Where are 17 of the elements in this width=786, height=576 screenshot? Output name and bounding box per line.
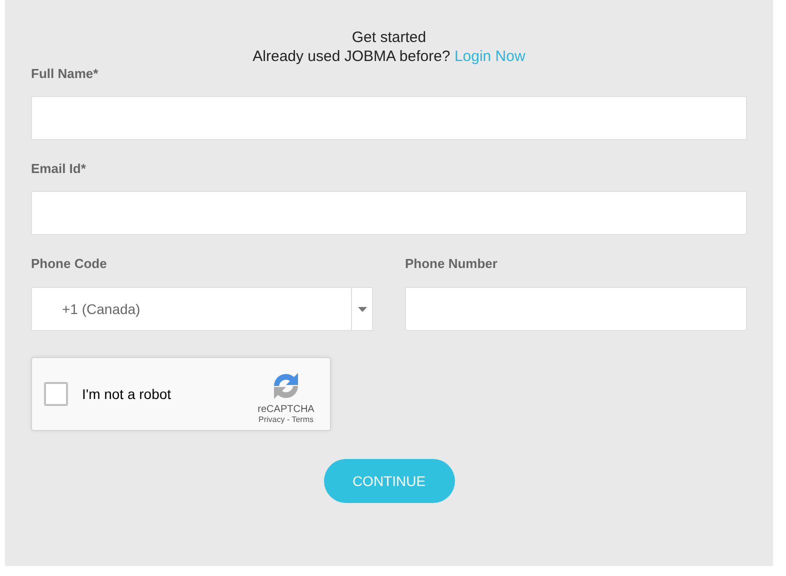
terms-link[interactable]: Terms: [292, 415, 314, 424]
recaptcha-brand-text: reCAPTCHA: [258, 404, 314, 415]
captcha-checkbox[interactable]: [44, 382, 68, 406]
privacy-link[interactable]: Privacy: [258, 415, 285, 424]
form-title: Get started: [350, 28, 428, 47]
caret-icon: [358, 306, 366, 312]
text-field[interactable]: [31, 191, 747, 235]
captcha-label: I'm not a robot: [82, 386, 172, 402]
prompt-text: Already used JOBMA before?: [252, 48, 450, 65]
field-label: Phone Number: [405, 256, 498, 272]
phone-code-dropdown[interactable]: +1 (Canada): [31, 287, 373, 331]
separator-text: -: [286, 415, 290, 424]
field-label: Full Name*: [31, 66, 100, 82]
text-field[interactable]: [31, 96, 747, 140]
phone-number-field[interactable]: [405, 287, 747, 331]
field-label: Email Id*: [31, 161, 87, 177]
field-label: Phone Code: [31, 256, 108, 272]
